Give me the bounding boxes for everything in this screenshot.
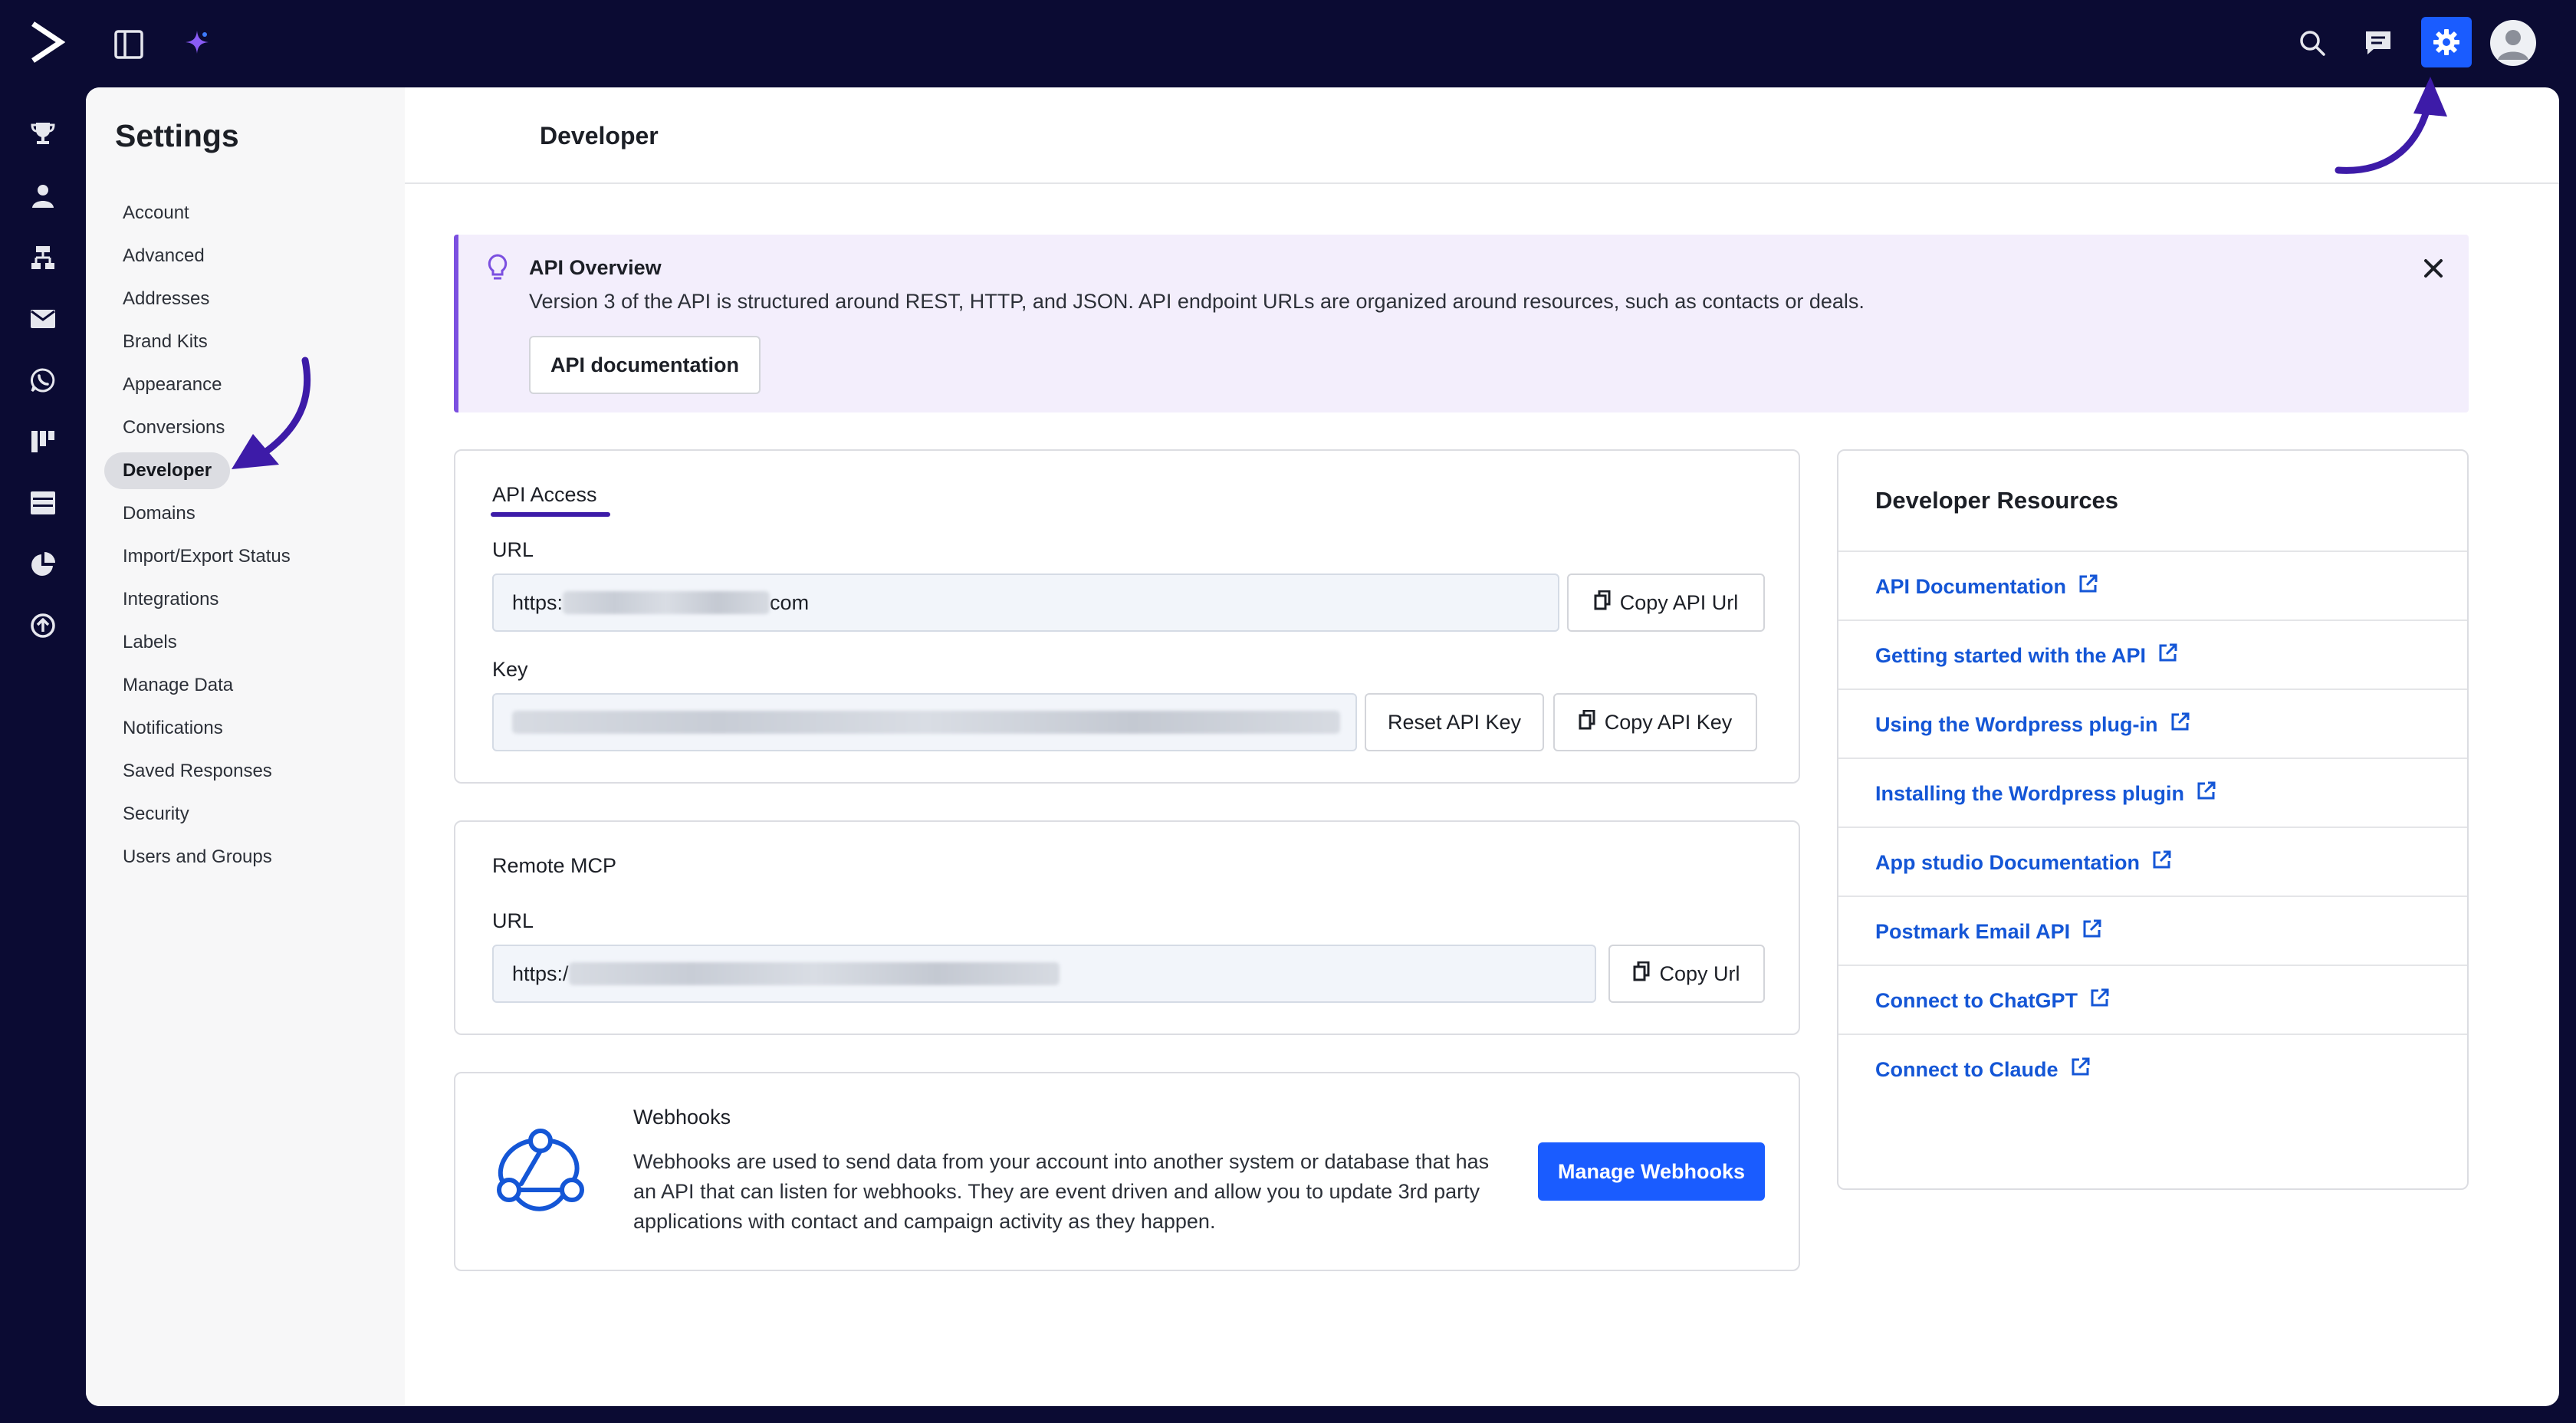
- external-link-icon: [2082, 897, 2102, 966]
- api-key-field[interactable]: [492, 693, 1357, 751]
- annotation-arrow-developer: [232, 357, 311, 469]
- upgrade-icon[interactable]: [26, 609, 60, 642]
- automations-icon[interactable]: [26, 241, 60, 274]
- external-link-icon: [2196, 759, 2216, 828]
- email-icon[interactable]: [26, 302, 60, 336]
- remote-mcp-card: Remote MCP URL https:/ Copy Url: [454, 820, 1800, 1035]
- list-item: Using the Wordpress plug-in: [1838, 688, 2467, 758]
- list-item: App studio Documentation: [1838, 827, 2467, 896]
- resource-link-label: Connect to ChatGPT: [1875, 989, 2078, 1012]
- key-label: Key: [492, 658, 528, 681]
- remote-mcp-title: Remote MCP: [492, 854, 617, 877]
- redacted-value: [568, 962, 1060, 985]
- resource-link-label: API Documentation: [1875, 575, 2067, 598]
- close-icon[interactable]: [2418, 253, 2449, 284]
- settings-gear-button[interactable]: [2421, 17, 2472, 67]
- resource-link-label: Connect to Claude: [1875, 1058, 2058, 1081]
- list-item: API Documentation: [1838, 550, 2467, 619]
- copy-icon: [1633, 961, 1650, 987]
- copy-mcp-url-button[interactable]: Copy Url: [1608, 945, 1765, 1003]
- webhooks-card: Webhooks Webhooks are used to send data …: [454, 1072, 1800, 1271]
- external-link-icon: [2090, 966, 2110, 1035]
- api-url-suffix: com: [770, 590, 810, 614]
- logo-icon[interactable]: [23, 18, 71, 66]
- resource-link-getting-started[interactable]: Getting started with the API: [1875, 621, 2178, 690]
- mcp-url-label: URL: [492, 909, 534, 932]
- webhooks-title: Webhooks: [633, 1106, 731, 1129]
- lightbulb-icon: [486, 253, 514, 284]
- resource-link-app-studio[interactable]: App studio Documentation: [1875, 828, 2172, 897]
- annotation-arrow-settings: [2334, 77, 2447, 174]
- api-url-field[interactable]: https: com: [492, 573, 1559, 632]
- api-access-title: API Access: [492, 483, 597, 506]
- gear-icon: [2433, 28, 2460, 56]
- annotation-underline: [491, 512, 610, 517]
- manage-webhooks-button[interactable]: Manage Webhooks: [1538, 1142, 1765, 1201]
- copy-api-key-label: Copy API Key: [1604, 710, 1733, 734]
- resource-link-label: Installing the Wordpress plugin: [1875, 782, 2185, 805]
- resource-link-chatgpt[interactable]: Connect to ChatGPT: [1875, 966, 2110, 1035]
- copy-api-url-label: Copy API Url: [1619, 590, 1739, 614]
- copy-mcp-url-label: Copy Url: [1659, 961, 1740, 985]
- external-link-icon: [2158, 621, 2178, 690]
- redacted-value: [512, 711, 1340, 734]
- url-label: URL: [492, 538, 534, 561]
- redacted-value: [563, 591, 770, 614]
- ai-sparkle-icon[interactable]: [178, 23, 216, 61]
- external-link-icon: [2078, 552, 2098, 621]
- resource-link-label: App studio Documentation: [1875, 851, 2140, 874]
- reports-icon[interactable]: [26, 547, 60, 581]
- copy-api-key-button[interactable]: Copy API Key: [1553, 693, 1757, 751]
- webhooks-description: Webhooks are used to send data from your…: [633, 1150, 1490, 1233]
- list-item: Getting started with the API: [1838, 619, 2467, 688]
- reset-api-key-button[interactable]: Reset API Key: [1365, 693, 1544, 751]
- api-access-card: API Access URL https: com Copy API Url K…: [454, 449, 1800, 784]
- external-link-icon: [2071, 1035, 2091, 1104]
- external-link-icon: [2170, 690, 2190, 759]
- trophy-icon[interactable]: [26, 117, 60, 150]
- resource-link-claude[interactable]: Connect to Claude: [1875, 1035, 2091, 1104]
- top-bar: [0, 0, 2576, 86]
- webhook-icon: [489, 1121, 592, 1214]
- banner-title: API Overview: [529, 256, 662, 279]
- contacts-icon[interactable]: [26, 179, 60, 213]
- resource-link-label: Getting started with the API: [1875, 644, 2147, 667]
- mcp-url-prefix: https:/: [512, 961, 569, 985]
- banner-text: Version 3 of the API is structured aroun…: [529, 290, 1865, 313]
- resource-link-label: Using the Wordpress plug-in: [1875, 713, 2158, 736]
- resources-title: Developer Resources: [1875, 487, 2119, 514]
- whatsapp-icon[interactable]: [26, 363, 60, 397]
- list-item: Connect to ChatGPT: [1838, 965, 2467, 1034]
- resource-link-wordpress-plug-in[interactable]: Using the Wordpress plug-in: [1875, 690, 2190, 759]
- copy-api-url-button[interactable]: Copy API Url: [1567, 573, 1765, 632]
- resource-link-installing-wordpress[interactable]: Installing the Wordpress plugin: [1875, 759, 2216, 828]
- content-area: API Overview Version 3 of the API is str…: [86, 87, 2559, 1406]
- api-documentation-button[interactable]: API documentation: [529, 336, 761, 394]
- list-item: Connect to Claude: [1838, 1034, 2467, 1103]
- api-overview-banner: API Overview Version 3 of the API is str…: [454, 235, 2469, 412]
- resource-link-label: Postmark Email API: [1875, 920, 2071, 943]
- search-icon[interactable]: [2292, 23, 2332, 63]
- copy-icon: [1579, 709, 1595, 735]
- api-url-prefix: https:: [512, 590, 564, 614]
- list-item: Postmark Email API: [1838, 896, 2467, 965]
- pipeline-icon[interactable]: [26, 425, 60, 458]
- external-link-icon: [2152, 828, 2172, 897]
- chat-icon[interactable]: [2358, 23, 2398, 63]
- resource-link-postmark[interactable]: Postmark Email API: [1875, 897, 2102, 966]
- panel-toggle-icon[interactable]: [107, 23, 150, 66]
- copy-icon: [1594, 590, 1611, 616]
- list-item: Installing the Wordpress plugin: [1838, 758, 2467, 827]
- developer-resources-card: Developer Resources API Documentation Ge…: [1837, 449, 2469, 1190]
- user-avatar-icon[interactable]: [2490, 20, 2536, 66]
- pages-icon[interactable]: [26, 486, 60, 520]
- mcp-url-field[interactable]: https:/: [492, 945, 1596, 1003]
- resource-link-api-documentation[interactable]: API Documentation: [1875, 552, 2098, 621]
